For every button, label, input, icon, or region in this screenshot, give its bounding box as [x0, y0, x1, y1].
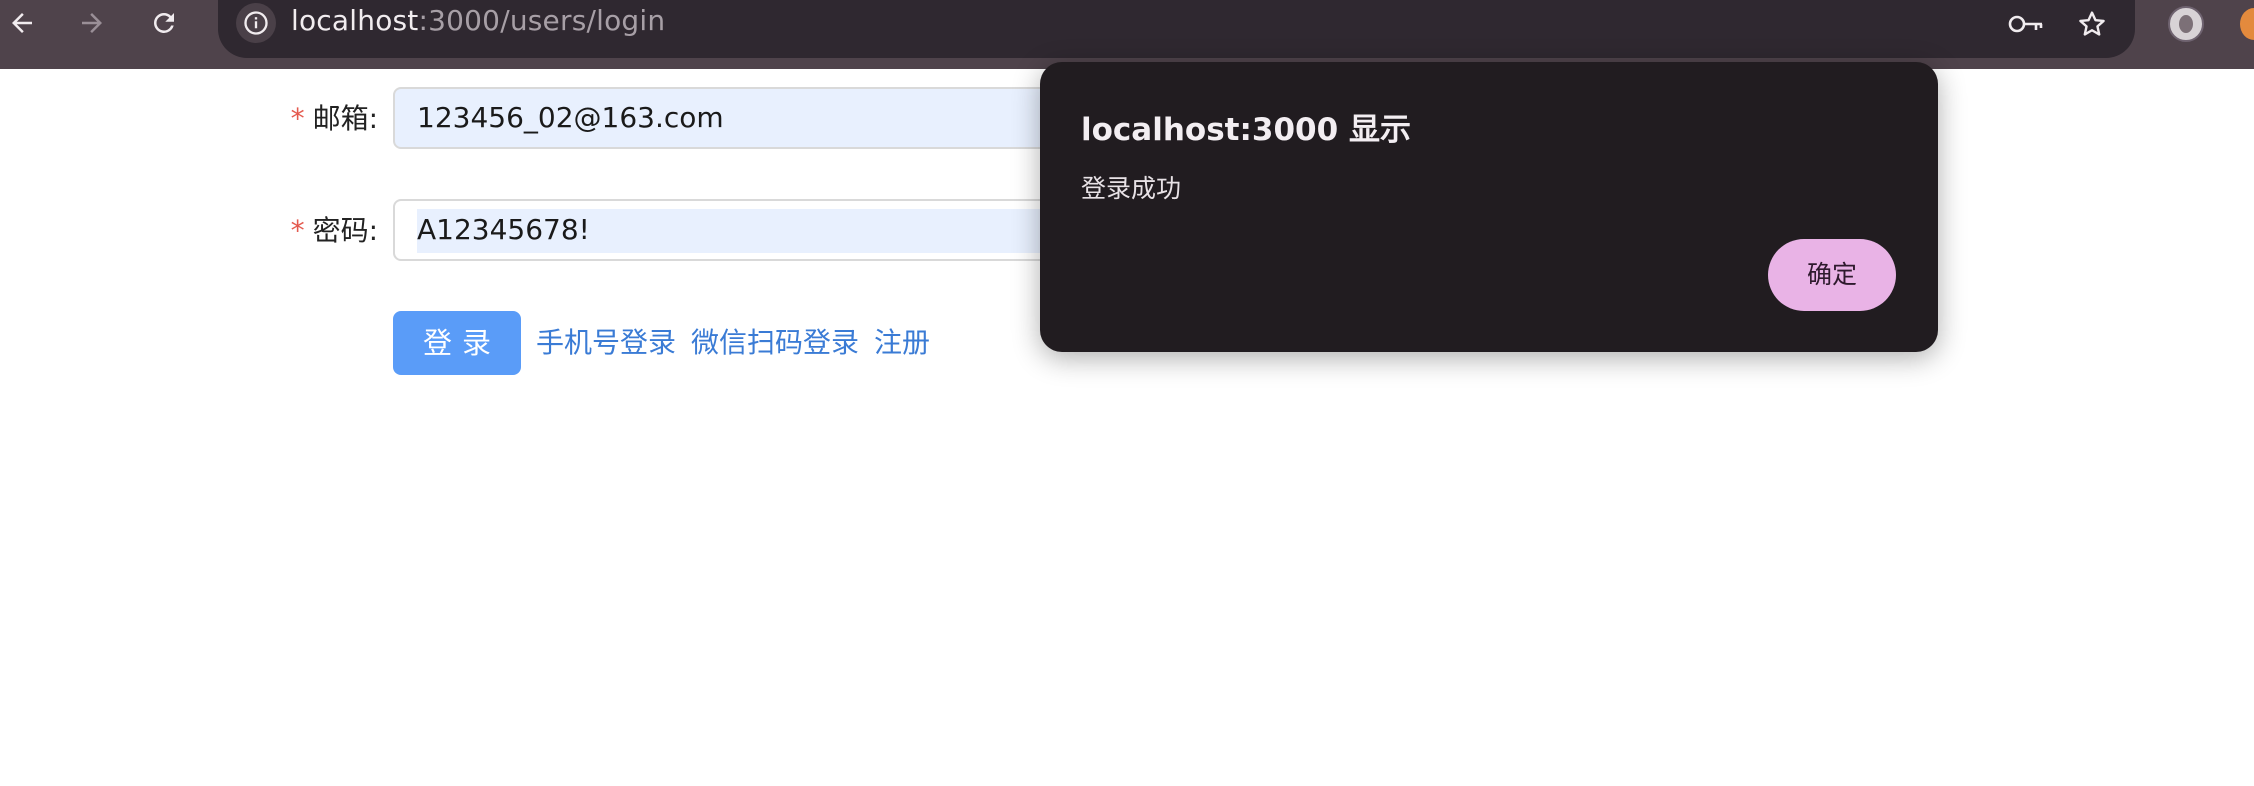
password-key-icon[interactable] [2005, 4, 2049, 44]
required-mark: * [290, 214, 305, 247]
back-icon[interactable] [0, 0, 52, 46]
required-mark: * [290, 102, 305, 135]
alert-dialog: localhost:3000 显示 登录成功 确定 [1040, 62, 1938, 352]
email-label-text: 邮箱: [312, 102, 378, 135]
extension-icon[interactable] [2240, 8, 2254, 40]
password-label: * 密码: [291, 199, 378, 263]
url-text: localhost:3000/users/login [291, 4, 665, 37]
email-label-box: * 邮箱: [160, 87, 378, 151]
email-row: * 邮箱: 123456_02@163.com [0, 87, 1133, 151]
phone-login-link[interactable]: 手机号登录 [536, 311, 676, 375]
password-field[interactable]: A12345678! [393, 199, 1133, 261]
profile-avatar-icon[interactable] [2168, 6, 2204, 42]
bookmark-star-icon[interactable] [2070, 4, 2114, 44]
url-host: localhost [291, 4, 419, 37]
email-field[interactable]: 123456_02@163.com [393, 87, 1133, 149]
dialog-message: 登录成功 [1081, 174, 1182, 203]
email-label: * 邮箱: [291, 87, 378, 151]
password-label-box: * 密码: [160, 199, 378, 263]
dialog-ok-button[interactable]: 确定 [1768, 239, 1896, 311]
dialog-title: localhost:3000 显示 [1081, 112, 1411, 148]
url-path: :3000/users/login [418, 4, 666, 37]
password-label-text: 密码: [312, 214, 378, 247]
reload-icon[interactable] [134, 0, 194, 46]
login-button[interactable]: 登录 [393, 311, 521, 375]
register-link[interactable]: 注册 [874, 311, 930, 375]
browser-toolbar: localhost:3000/users/login [0, 0, 2254, 69]
password-value: A12345678! [417, 213, 590, 246]
site-info-icon[interactable] [231, 0, 281, 46]
wechat-login-link[interactable]: 微信扫码登录 [691, 311, 859, 375]
password-row: * 密码: A12345678! [0, 199, 1133, 263]
address-bar[interactable]: localhost:3000/users/login [218, 0, 2135, 58]
forward-icon[interactable] [62, 0, 122, 46]
